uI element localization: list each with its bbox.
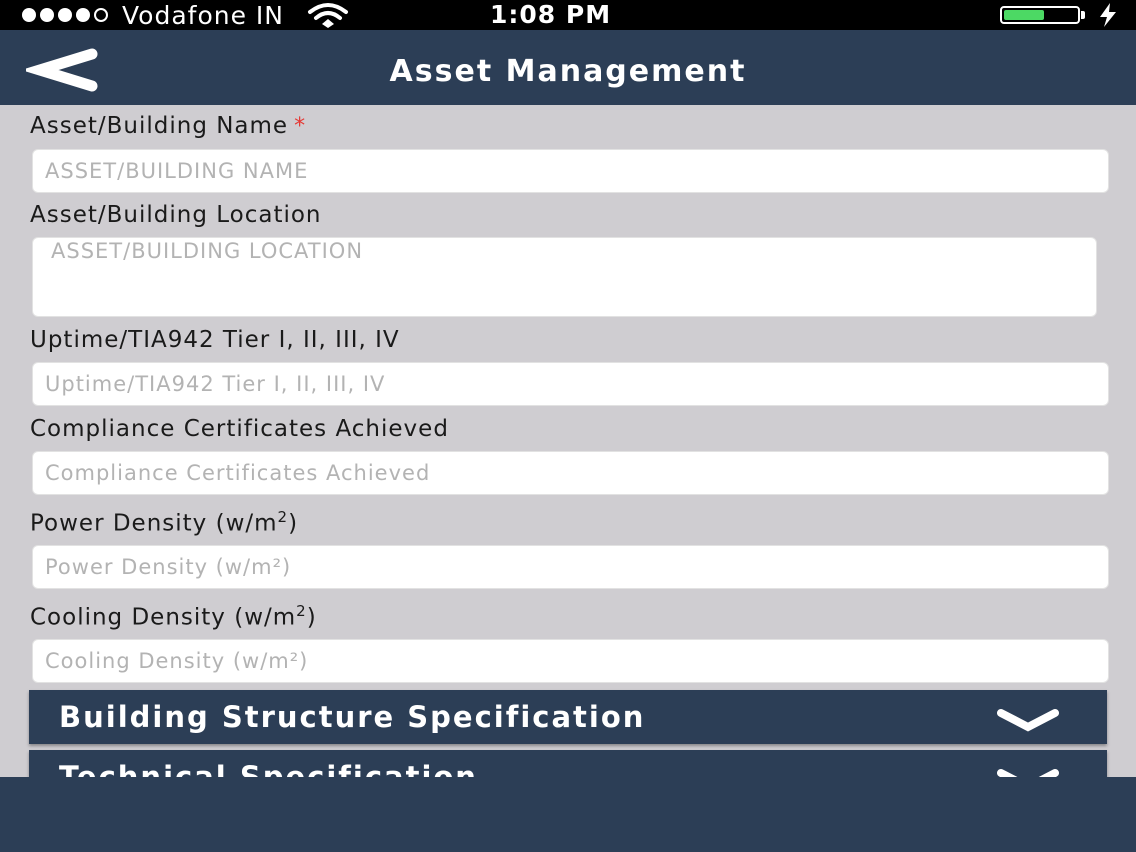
page-title: Asset Management	[389, 54, 747, 89]
status-time: 1:08 PM	[490, 0, 612, 29]
power-density-label: Power Density (w/m2)	[30, 508, 298, 537]
back-button[interactable]	[21, 48, 98, 92]
cooling-density-label-sup: 2	[296, 602, 307, 620]
compliance-label: Compliance Certificates Achieved	[30, 416, 449, 442]
signal-dot	[40, 8, 54, 22]
battery-tip	[1081, 11, 1085, 19]
section-building-structure[interactable]: Building Structure Specification	[29, 690, 1107, 744]
power-density-label-close: )	[288, 510, 299, 537]
signal-dot	[22, 8, 36, 22]
uptime-tier-label: Uptime/TIA942 Tier I, II, III, IV	[30, 327, 400, 353]
cooling-density-label-text: Cooling Density (w/m	[30, 604, 297, 631]
uptime-tier-input[interactable]	[32, 362, 1109, 406]
power-density-label-sup: 2	[277, 508, 289, 526]
signal-dot	[76, 8, 90, 22]
signal-dot	[58, 8, 72, 22]
cooling-density-input[interactable]	[32, 639, 1109, 683]
charging-bolt-icon	[1100, 3, 1116, 27]
wifi-icon	[308, 3, 348, 28]
battery-icon	[1000, 6, 1080, 24]
required-marker: *	[294, 114, 307, 139]
chevron-down-icon	[997, 709, 1059, 732]
asset-location-label: Asset/Building Location	[30, 202, 322, 228]
power-density-input[interactable]	[32, 545, 1109, 589]
compliance-input[interactable]	[32, 451, 1109, 495]
nav-bar: Asset Management	[0, 30, 1136, 105]
carrier-name: Vodafone IN	[122, 0, 284, 30]
battery-fill	[1004, 10, 1044, 20]
cooling-density-label-close: )	[306, 604, 317, 631]
status-bar: Vodafone IN 1:08 PM	[0, 0, 1136, 30]
status-left: Vodafone IN	[22, 0, 350, 30]
asset-name-label: Asset/Building Name *	[30, 113, 306, 139]
asset-name-label-text: Asset/Building Name	[30, 113, 289, 139]
asset-location-input[interactable]	[32, 237, 1097, 317]
cooling-density-label: Cooling Density (w/m2)	[30, 602, 317, 631]
power-density-label-text: Power Density (w/m	[30, 510, 278, 537]
chevron-left-icon	[21, 48, 98, 92]
signal-dots-icon	[22, 8, 108, 22]
asset-name-input[interactable]	[32, 149, 1109, 193]
bottom-bar	[0, 777, 1136, 852]
signal-dot-empty	[94, 8, 108, 22]
section-title: Building Structure Specification	[59, 700, 646, 734]
